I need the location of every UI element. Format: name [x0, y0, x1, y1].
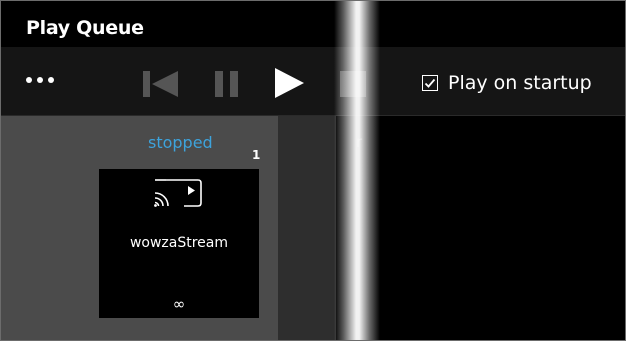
pause-button[interactable] [212, 68, 242, 100]
queue-item-card[interactable]: wowzaStream ∞ [99, 169, 259, 318]
queue-item-index: 1 [252, 148, 261, 162]
queue-item-name: wowzaStream [129, 235, 229, 251]
play-on-startup-label: Play on startup [448, 72, 592, 94]
checkmark-icon [424, 78, 436, 88]
loop-indicator: ∞ [172, 295, 186, 313]
pause-icon [215, 71, 238, 97]
window-title: Play Queue [26, 17, 144, 39]
queue-slot-next [278, 116, 336, 341]
play-on-startup-checkbox[interactable] [422, 75, 438, 91]
play-icon [275, 68, 304, 98]
stop-icon [340, 71, 366, 97]
play-on-startup-toggle[interactable]: Play on startup [422, 68, 592, 98]
stop-button[interactable] [337, 68, 369, 100]
skip-previous-icon [143, 71, 178, 97]
play-button[interactable] [271, 66, 307, 100]
title-bar: Play Queue [0, 0, 626, 47]
next-slot-label: r [356, 133, 363, 151]
queue-item-status: stopped [148, 133, 213, 152]
previous-button[interactable] [140, 68, 182, 100]
queue-lane: stopped 1 r wowzaStream ∞ [0, 116, 626, 341]
more-options-button[interactable] [26, 74, 66, 88]
cast-icon [152, 177, 204, 211]
